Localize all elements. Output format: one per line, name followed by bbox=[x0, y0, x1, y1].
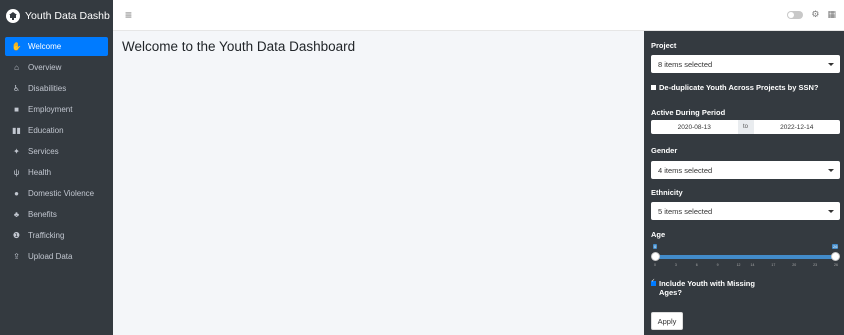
navbar-right: ⚙ ▦ bbox=[787, 9, 836, 20]
briefcase-icon: ■ bbox=[14, 105, 19, 114]
bars-icon[interactable]: ≡ bbox=[125, 8, 132, 22]
sidebar-item-label: Services bbox=[28, 147, 59, 156]
slider-tick-label: 0 bbox=[654, 263, 656, 267]
sidebar-item-label: Trafficking bbox=[28, 231, 65, 240]
wheelchair-icon: ♿ bbox=[12, 84, 21, 93]
brand-link[interactable]: Youth Data Dashb bbox=[0, 0, 113, 31]
exclamation-circle-icon: ❶ bbox=[12, 231, 21, 240]
sidebar-item-education[interactable]: ▮▮ Education bbox=[5, 121, 108, 140]
slider-handle-from[interactable] bbox=[651, 252, 660, 261]
dedupe-checkbox[interactable]: De-duplicate Youth Across Projects by SS… bbox=[651, 83, 818, 92]
age-label: Age bbox=[651, 230, 666, 239]
slider-tick-label: 12 bbox=[736, 263, 741, 267]
checkbox-box[interactable] bbox=[651, 85, 656, 90]
slider-to-value: 26 bbox=[832, 244, 839, 249]
sidebar-item-label: Benefits bbox=[28, 210, 57, 219]
sidebar-item-health[interactable]: ψ Health bbox=[5, 163, 108, 182]
logo-icon bbox=[6, 8, 20, 23]
slider-tick-label: 6 bbox=[695, 263, 698, 267]
sidebar-item-domestic-violence[interactable]: ● Domestic Violence bbox=[5, 184, 108, 203]
slider-ticks: 0 3 6 9 12 14 17 20 23 26 bbox=[651, 263, 840, 269]
gender-label: Gender bbox=[651, 146, 678, 155]
ethnicity-select-value: 5 items selected bbox=[658, 206, 713, 216]
sidebar-item-label: Health bbox=[28, 168, 52, 177]
gender-select[interactable]: 4 items selected bbox=[651, 161, 840, 179]
grid-icon[interactable]: ▦ bbox=[827, 9, 836, 20]
page-title: Welcome to the Youth Data Dashboard bbox=[122, 39, 356, 54]
slider-tick-label: 14 bbox=[750, 263, 755, 267]
slider-tick-label: 3 bbox=[674, 263, 677, 267]
sidebar-item-label: Education bbox=[28, 126, 64, 135]
sidebar-item-welcome[interactable]: ✋ Welcome bbox=[5, 37, 108, 56]
slider-track[interactable] bbox=[655, 255, 836, 259]
main-content: Welcome to the Youth Data Dashboard bbox=[113, 31, 644, 335]
slider-tick-label: 23 bbox=[813, 263, 818, 267]
sidebar-item-benefits[interactable]: ♣ Benefits bbox=[5, 205, 108, 224]
project-select-value: 8 items selected bbox=[658, 59, 713, 69]
sidebar-item-label: Upload Data bbox=[28, 252, 73, 261]
date-range-input: 2020-08-13 to 2022-12-14 bbox=[651, 120, 840, 134]
include-missing-line1: Include Youth with Missing bbox=[659, 279, 755, 288]
ethnicity-select[interactable]: 5 items selected bbox=[651, 202, 840, 220]
chevron-down-icon bbox=[828, 62, 834, 66]
top-navbar: Youth Data Dashb ≡ ⚙ ▦ bbox=[0, 0, 844, 31]
slider-tick-label: 9 bbox=[716, 263, 719, 267]
upload-icon: ⇪ bbox=[13, 252, 20, 261]
slider-from-value: 0 bbox=[653, 244, 658, 249]
include-missing-line2: Ages? bbox=[659, 288, 682, 297]
apply-button[interactable]: Apply bbox=[651, 312, 683, 330]
start-date-input[interactable]: 2020-08-13 bbox=[651, 124, 738, 131]
dedupe-label: De-duplicate Youth Across Projects by SS… bbox=[659, 83, 819, 92]
slider-tick-label: 17 bbox=[771, 263, 776, 267]
app-title: Youth Data Dashb bbox=[25, 9, 110, 22]
gear-icon[interactable]: ⚙ bbox=[811, 9, 819, 20]
control-sidebar: Project 8 items selected De-duplicate Yo… bbox=[644, 31, 844, 335]
sidebar-item-label: Disabilities bbox=[28, 84, 67, 93]
chevron-down-icon bbox=[828, 209, 834, 213]
end-date-input[interactable]: 2022-12-14 bbox=[754, 124, 841, 131]
project-label: Project bbox=[651, 41, 677, 50]
sidebar-item-label: Welcome bbox=[28, 42, 62, 51]
sidebar-item-label: Domestic Violence bbox=[28, 189, 95, 198]
sidebar-item-label: Employment bbox=[28, 105, 73, 114]
chevron-down-icon bbox=[828, 168, 834, 172]
sidebar-item-label: Overview bbox=[28, 63, 62, 72]
handshake-icon: ✦ bbox=[13, 147, 20, 156]
gender-select-value: 4 items selected bbox=[658, 165, 713, 175]
date-range-separator: to bbox=[737, 120, 754, 134]
sidebar-item-upload-data[interactable]: ⇪ Upload Data bbox=[5, 247, 108, 266]
sidebar-item-services[interactable]: ✦ Services bbox=[5, 142, 108, 161]
slider-handle-to[interactable] bbox=[831, 252, 840, 261]
book-icon: ▮▮ bbox=[12, 126, 21, 135]
sidebar-item-overview[interactable]: ⌂ Overview bbox=[5, 58, 108, 77]
stethoscope-icon: ψ bbox=[13, 168, 20, 177]
checkbox-box[interactable] bbox=[651, 278, 656, 286]
slider-tick-label: 26 bbox=[834, 263, 838, 267]
age-range-slider[interactable]: 0 26 0 3 6 9 12 14 17 20 23 26 bbox=[651, 241, 840, 273]
include-missing-checkbox[interactable]: Include Youth with Missing Ages? bbox=[651, 278, 755, 297]
theme-toggle[interactable] bbox=[787, 10, 804, 19]
ethnicity-label: Ethnicity bbox=[651, 188, 683, 197]
hand-holding-icon: ♣ bbox=[13, 210, 20, 219]
sidebar-item-trafficking[interactable]: ❶ Trafficking bbox=[5, 226, 108, 245]
slider-tick-label: 20 bbox=[792, 263, 797, 267]
period-label: Active During Period bbox=[651, 108, 726, 117]
sidebar: ✋ Welcome ⌂ Overview ♿ Disabilities ■ Em… bbox=[0, 31, 113, 335]
hand-wave-icon: ✋ bbox=[11, 42, 22, 51]
users-icon: ● bbox=[14, 189, 19, 198]
include-missing-label: Include Youth with Missing Ages? bbox=[659, 279, 755, 297]
sidebar-item-employment[interactable]: ■ Employment bbox=[5, 100, 108, 119]
sidebar-item-disabilities[interactable]: ♿ Disabilities bbox=[5, 79, 108, 98]
project-select[interactable]: 8 items selected bbox=[651, 55, 840, 73]
home-icon: ⌂ bbox=[14, 63, 19, 72]
